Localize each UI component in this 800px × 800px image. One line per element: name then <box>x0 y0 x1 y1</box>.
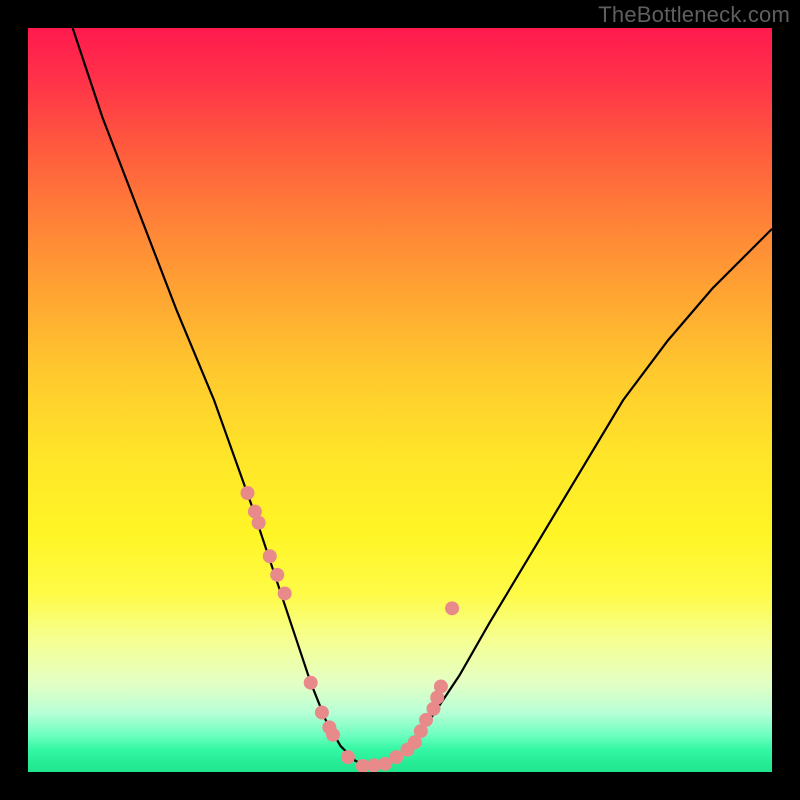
marker-point <box>278 586 292 600</box>
marker-point <box>445 601 459 615</box>
bottleneck-curve <box>73 28 772 767</box>
chart-svg <box>28 28 772 772</box>
marker-point <box>341 750 355 764</box>
highlighted-points <box>240 486 459 772</box>
marker-point <box>263 549 277 563</box>
chart-frame: TheBottleneck.com <box>0 0 800 800</box>
plot-area <box>28 28 772 772</box>
marker-point <box>240 486 254 500</box>
marker-point <box>304 676 318 690</box>
marker-point <box>252 516 266 530</box>
watermark-text: TheBottleneck.com <box>598 2 790 28</box>
marker-point <box>326 728 340 742</box>
marker-point <box>315 705 329 719</box>
marker-point <box>434 679 448 693</box>
marker-point <box>270 568 284 582</box>
